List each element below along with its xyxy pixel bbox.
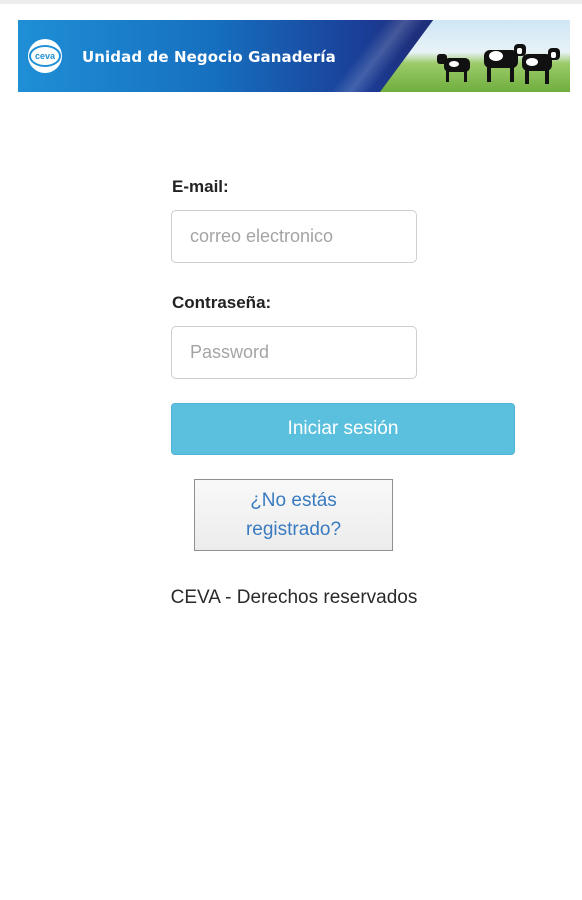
password-field[interactable] bbox=[171, 326, 417, 379]
login-button[interactable]: Iniciar sesión bbox=[171, 403, 515, 455]
register-button-line2: registrado? bbox=[245, 519, 342, 540]
email-label: E-mail: bbox=[172, 177, 229, 196]
register-button[interactable]: ¿No estás registrado? bbox=[194, 479, 393, 551]
footer-text: CEVA - Derechos reservados bbox=[170, 587, 418, 608]
banner-title: Unidad de Negocio Ganadería bbox=[82, 48, 336, 66]
ceva-logo-text: ceva bbox=[29, 45, 61, 67]
header-banner: ceva Unidad de Negocio Ganadería bbox=[18, 20, 570, 92]
password-label: Contraseña: bbox=[172, 293, 272, 312]
top-strip bbox=[0, 0, 582, 4]
cows-illustration bbox=[437, 44, 560, 84]
ceva-logo: ceva bbox=[28, 39, 62, 73]
email-field[interactable] bbox=[171, 210, 417, 263]
register-button-line1: ¿No estás bbox=[250, 490, 337, 511]
